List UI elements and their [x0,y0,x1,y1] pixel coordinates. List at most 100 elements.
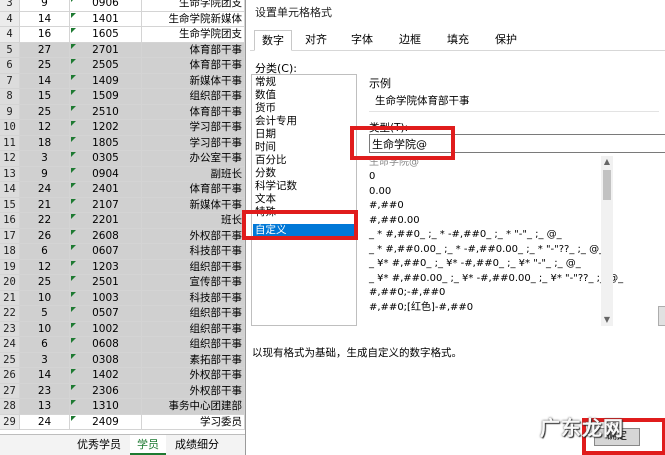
row-header[interactable]: 16 [0,213,20,228]
format-code-item-partial[interactable]: 生命学院@ [369,156,419,169]
cell-c[interactable]: 体育部干事 [142,42,245,57]
cell-a[interactable]: 14 [20,368,70,383]
table-row[interactable]: 9 25 2510 体育部干事 [0,104,245,120]
category-item[interactable]: 特殊 [255,206,276,219]
row-header[interactable]: 21 [0,290,20,305]
row-header[interactable]: 28 [0,399,20,414]
cell-a[interactable]: 10 [20,321,70,336]
category-item[interactable]: 数值 [255,89,276,102]
format-code-item[interactable]: #,##0 [369,199,404,212]
cell-a[interactable]: 14 [20,73,70,88]
format-list-scrollbar[interactable]: ▲ ▼ [601,156,613,326]
cell-b[interactable]: 2505 [70,58,142,73]
table-row[interactable]: 3 9 0906 生命学院团支 [0,0,245,12]
type-input[interactable]: 生命学院@ [369,134,665,153]
cell-a[interactable]: 18 [20,135,70,150]
tab-alignment[interactable]: 对齐 [296,30,336,50]
format-code-item[interactable]: _ * #,##0_ ;_ * -#,##0_ ;_ * "-"_ ;_ @_ [369,228,562,241]
cell-c[interactable]: 外权部干事 [142,383,245,398]
tab-fill[interactable]: 填充 [438,30,478,50]
scroll-down-icon[interactable]: ▼ [601,314,613,326]
format-code-item[interactable]: #,##0.00 [369,214,420,227]
cell-a[interactable]: 3 [20,352,70,367]
table-row[interactable]: 10 12 1202 学习部干事 [0,120,245,136]
cell-a[interactable]: 24 [20,182,70,197]
tab-border[interactable]: 边框 [390,30,430,50]
cell-b[interactable]: 2409 [70,414,142,429]
row-header[interactable]: 12 [0,151,20,166]
cell-c[interactable]: 学习部干事 [142,120,245,135]
cell-b[interactable]: 0507 [70,306,142,321]
tab-number[interactable]: 数字 [254,30,292,51]
cell-b[interactable]: 2201 [70,213,142,228]
row-header[interactable]: 29 [0,414,20,429]
spreadsheet-grid[interactable]: 3 9 0906 生命学院团支 4 14 1401 生命学院新媒体 4 16 1605 生命学院团支 5… [0,0,245,434]
cell-b[interactable]: 1202 [70,120,142,135]
cell-a[interactable]: 12 [20,259,70,274]
row-header[interactable]: 26 [0,368,20,383]
table-row[interactable]: 24 6 0608 组织部干事 [0,337,245,353]
table-row[interactable]: 29 24 2409 学习委员 [0,414,245,430]
cell-b[interactable]: 1002 [70,321,142,336]
cell-c[interactable]: 组织部干事 [142,337,245,352]
cell-a[interactable]: 3 [20,151,70,166]
table-row[interactable]: 13 9 0904 副班长 [0,166,245,182]
table-row[interactable]: 27 23 2306 外权部干事 [0,383,245,399]
table-row[interactable]: 8 15 1509 组织部干事 [0,89,245,105]
cell-a[interactable]: 10 [20,290,70,305]
format-code-item[interactable]: 0 [369,170,375,183]
table-row[interactable]: 14 24 2401 体育部干事 [0,182,245,198]
cell-c[interactable]: 新媒体干事 [142,73,245,88]
cell-c[interactable]: 班长 [142,213,245,228]
cell-c[interactable]: 生命学院团支 [142,27,245,42]
table-row[interactable]: 6 25 2505 体育部干事 [0,58,245,74]
cell-c[interactable]: 生命学院新媒体 [142,11,245,26]
cell-a[interactable]: 22 [20,213,70,228]
cell-b[interactable]: 1203 [70,259,142,274]
cell-b[interactable]: 2401 [70,182,142,197]
row-header[interactable]: 11 [0,135,20,150]
cell-b[interactable]: 2501 [70,275,142,290]
sheet-tab-students[interactable]: 学员 [130,435,166,455]
cell-b[interactable]: 2510 [70,104,142,119]
category-item[interactable]: 常规 [255,76,276,89]
category-item[interactable]: 分数 [255,167,276,180]
category-item[interactable]: 日期 [255,128,276,141]
delete-button[interactable] [658,306,665,326]
cell-a[interactable]: 21 [20,197,70,212]
cell-a[interactable]: 6 [20,337,70,352]
cell-a[interactable]: 25 [20,275,70,290]
cell-c[interactable]: 外权部干事 [142,228,245,243]
category-item[interactable]: 时间 [255,141,276,154]
sheet-tab-grades[interactable]: 成绩细分 [166,435,228,455]
cell-c[interactable]: 外权部干事 [142,368,245,383]
cell-c[interactable]: 组织部干事 [142,321,245,336]
row-header[interactable]: 17 [0,228,20,243]
row-header[interactable]: 8 [0,89,20,104]
table-row[interactable]: 17 26 2608 外权部干事 [0,228,245,244]
row-header[interactable]: 10 [0,120,20,135]
row-header[interactable]: 6 [0,58,20,73]
row-header[interactable]: 22 [0,306,20,321]
cell-b[interactable]: 0904 [70,166,142,181]
cell-a[interactable]: 23 [20,383,70,398]
category-item[interactable]: 文本 [255,193,276,206]
cell-b[interactable]: 0308 [70,352,142,367]
row-header[interactable]: 20 [0,275,20,290]
cell-a[interactable]: 13 [20,399,70,414]
table-row[interactable]: 4 16 1605 生命学院团支 [0,27,245,43]
cell-b[interactable]: 1409 [70,73,142,88]
cell-a[interactable]: 24 [20,414,70,429]
row-header[interactable]: 25 [0,352,20,367]
table-row[interactable]: 15 21 2107 新媒体干事 [0,197,245,213]
cell-b[interactable]: 2107 [70,197,142,212]
cell-b[interactable]: 1805 [70,135,142,150]
cell-c[interactable]: 事务中心团建部 [142,399,245,414]
cell-c[interactable]: 组织部干事 [142,89,245,104]
table-row[interactable]: 7 14 1409 新媒体干事 [0,73,245,89]
table-row[interactable]: 12 3 0305 办公室干事 [0,151,245,167]
cell-a[interactable]: 25 [20,58,70,73]
table-row[interactable]: 18 6 0607 科技部干事 [0,244,245,260]
cell-c[interactable]: 体育部干事 [142,58,245,73]
scroll-thumb[interactable] [603,170,611,200]
